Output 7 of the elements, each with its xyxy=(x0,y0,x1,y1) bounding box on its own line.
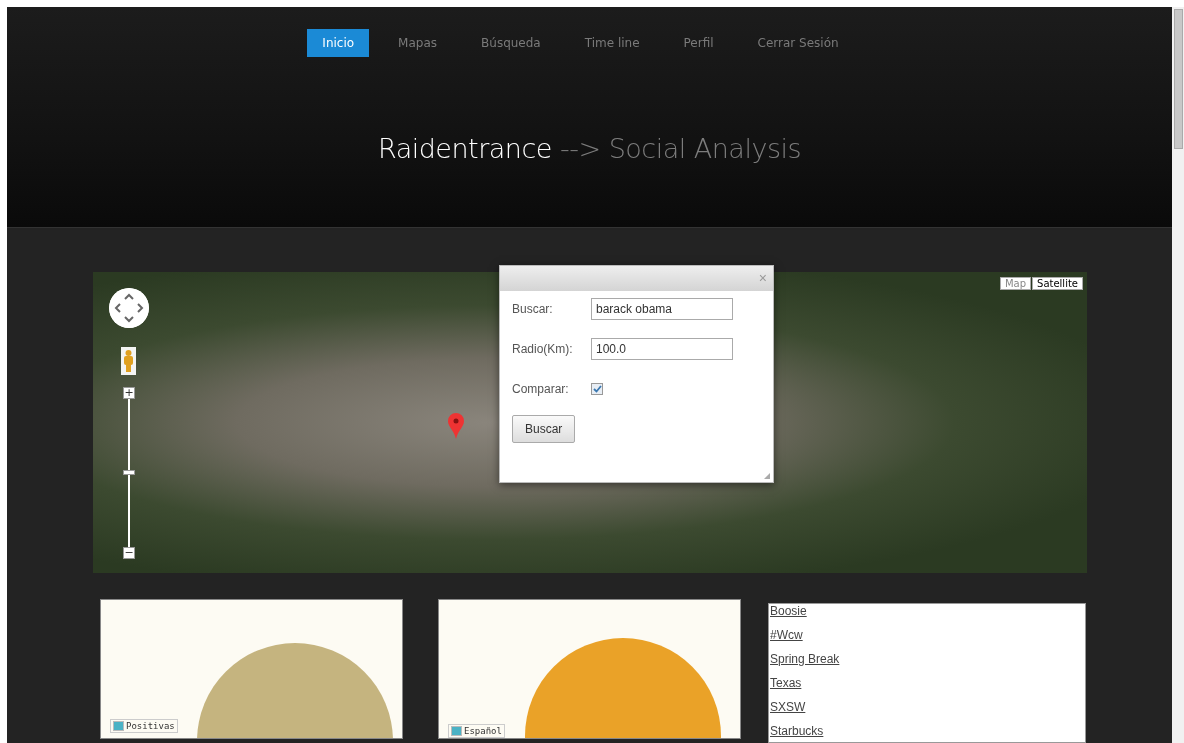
site-subtitle: --> Social Analysis xyxy=(559,133,802,164)
field-label: Radio(Km): xyxy=(512,341,574,356)
site-title: Raidentrance xyxy=(377,133,552,164)
legend-label: Positivas xyxy=(126,721,175,731)
field-label: Buscar: xyxy=(512,301,554,316)
legend-label: Español xyxy=(464,726,502,736)
field-label: Comparar: xyxy=(512,381,570,396)
